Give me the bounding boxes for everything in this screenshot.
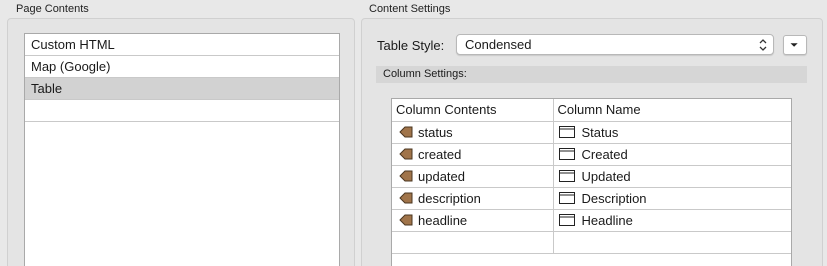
chevron-up-down-icon bbox=[759, 39, 767, 51]
table-header-row: Column Contents Column Name bbox=[392, 99, 791, 122]
table-row-empty[interactable] bbox=[392, 231, 791, 254]
table-style-label: Table Style: bbox=[377, 38, 445, 53]
list-item-table[interactable]: Table bbox=[25, 78, 339, 100]
text-field-icon bbox=[558, 214, 575, 226]
page-contents-title: Page Contents bbox=[16, 3, 89, 15]
page-contents-list[interactable]: Custom HTML Map (Google) Table bbox=[24, 33, 340, 266]
table-row[interactable]: headline Headline bbox=[392, 209, 791, 232]
table-style-value: Condensed bbox=[465, 37, 532, 52]
table-row[interactable]: updated Updated bbox=[392, 165, 791, 188]
arrow-left-icon bbox=[399, 126, 413, 138]
text-field-icon bbox=[558, 126, 575, 138]
column-name-cell[interactable]: Headline bbox=[582, 213, 633, 228]
empty-cell[interactable] bbox=[553, 231, 791, 254]
list-item-map-google[interactable]: Map (Google) bbox=[25, 56, 339, 78]
table-style-select[interactable]: Condensed bbox=[456, 34, 774, 55]
column-contents-cell: headline bbox=[418, 212, 468, 228]
text-field-icon bbox=[558, 192, 575, 204]
list-item-empty[interactable] bbox=[25, 100, 339, 122]
column-contents-cell: description bbox=[418, 190, 481, 206]
triangle-down-icon bbox=[790, 43, 798, 47]
column-name-cell[interactable]: Description bbox=[582, 191, 647, 206]
column-contents-cell: updated bbox=[418, 168, 465, 184]
column-settings-header: Column Settings: bbox=[376, 66, 807, 83]
column-name-cell[interactable]: Created bbox=[582, 147, 628, 162]
table-row[interactable]: created Created bbox=[392, 143, 791, 166]
text-field-icon bbox=[558, 148, 575, 160]
column-settings-table[interactable]: Column Contents Column Name status Statu… bbox=[391, 98, 792, 266]
column-contents-cell: status bbox=[418, 124, 453, 140]
column-name-cell[interactable]: Status bbox=[582, 125, 619, 140]
table-style-menu-button[interactable] bbox=[783, 35, 807, 55]
text-field-icon bbox=[558, 170, 575, 182]
arrow-left-icon bbox=[399, 170, 413, 182]
empty-cell[interactable] bbox=[392, 231, 554, 254]
table-row[interactable]: description Description bbox=[392, 187, 791, 210]
arrow-left-icon bbox=[399, 148, 413, 160]
column-name-header[interactable]: Column Name bbox=[553, 99, 791, 122]
arrow-left-icon bbox=[399, 214, 413, 226]
column-contents-cell: created bbox=[418, 146, 462, 162]
arrow-left-icon bbox=[399, 192, 413, 204]
column-contents-header[interactable]: Column Contents bbox=[392, 99, 554, 122]
column-name-cell[interactable]: Updated bbox=[582, 169, 631, 184]
table-row[interactable]: status Status bbox=[392, 121, 791, 144]
content-settings-title: Content Settings bbox=[369, 3, 451, 15]
list-item-custom-html[interactable]: Custom HTML bbox=[25, 34, 339, 56]
